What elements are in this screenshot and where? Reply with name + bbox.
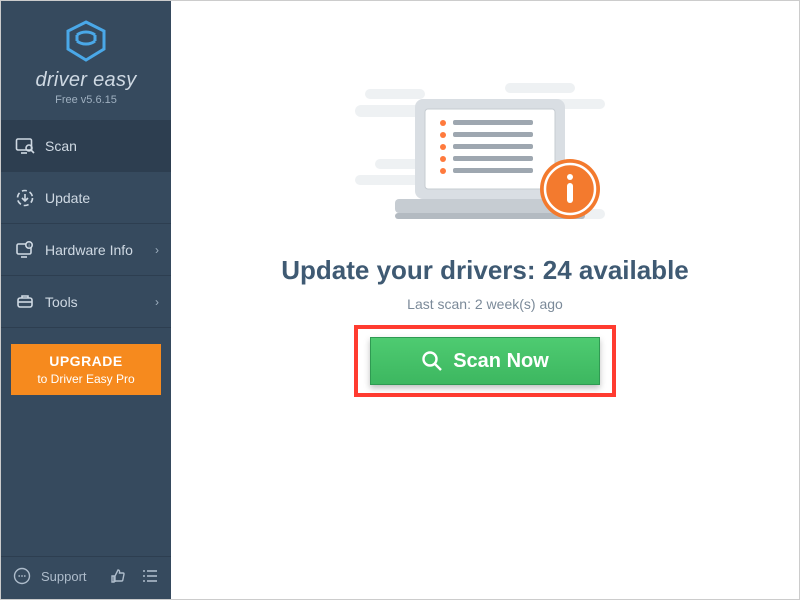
- headline-prefix: Update your drivers:: [281, 255, 543, 285]
- support-icon: [13, 567, 31, 585]
- sidebar-footer: Support: [1, 556, 171, 599]
- scan-now-button[interactable]: Scan Now: [370, 337, 600, 385]
- headline: Update your drivers: 24 available: [171, 255, 799, 286]
- upgrade-title: UPGRADE: [15, 352, 157, 371]
- sidebar-item-hardware-info[interactable]: i Hardware Info ›: [1, 224, 171, 276]
- hardware-info-icon: i: [15, 240, 35, 260]
- sidebar-item-label: Update: [45, 190, 90, 206]
- scan-icon: [15, 136, 35, 156]
- upgrade-subtitle: to Driver Easy Pro: [15, 371, 157, 387]
- hero-illustration: [355, 79, 615, 254]
- svg-text:i: i: [28, 243, 29, 249]
- sidebar-item-label: Scan: [45, 138, 77, 154]
- brand-block: driver easy Free v5.6.15: [1, 1, 171, 120]
- sidebar-nav: Scan Update: [1, 120, 171, 328]
- thumbs-up-icon[interactable]: [109, 567, 127, 585]
- main-panel: Update your drivers: 24 available Last s…: [171, 1, 799, 599]
- brand-version: Free v5.6.15: [1, 94, 171, 106]
- sidebar-item-scan[interactable]: Scan: [1, 120, 171, 172]
- last-scan-text: Last scan: 2 week(s) ago: [171, 296, 799, 312]
- update-icon: [15, 188, 35, 208]
- headline-block: Update your drivers: 24 available Last s…: [171, 255, 799, 312]
- tools-icon: [15, 292, 35, 312]
- info-badge-icon: [540, 159, 600, 219]
- available-count: 24: [543, 255, 572, 285]
- sidebar-item-update[interactable]: Update: [1, 172, 171, 224]
- list-menu-icon[interactable]: [141, 567, 159, 585]
- chevron-right-icon: ›: [155, 243, 159, 257]
- brand-name: driver easy: [1, 69, 171, 92]
- headline-suffix: available: [572, 255, 689, 285]
- scan-now-highlight: Scan Now: [354, 325, 616, 397]
- sidebar-item-tools[interactable]: Tools ›: [1, 276, 171, 328]
- sidebar: driver easy Free v5.6.15 Scan: [1, 1, 171, 599]
- support-link[interactable]: Support: [41, 569, 87, 584]
- app-logo-icon: [64, 19, 108, 63]
- upgrade-button[interactable]: UPGRADE to Driver Easy Pro: [11, 344, 161, 395]
- sidebar-item-label: Hardware Info: [45, 242, 133, 258]
- scan-now-label: Scan Now: [453, 350, 549, 373]
- app-window: — ✕ driver easy Free v5.6.15: [0, 0, 800, 600]
- sidebar-item-label: Tools: [45, 294, 78, 310]
- search-icon: [421, 350, 443, 372]
- chevron-right-icon: ›: [155, 295, 159, 309]
